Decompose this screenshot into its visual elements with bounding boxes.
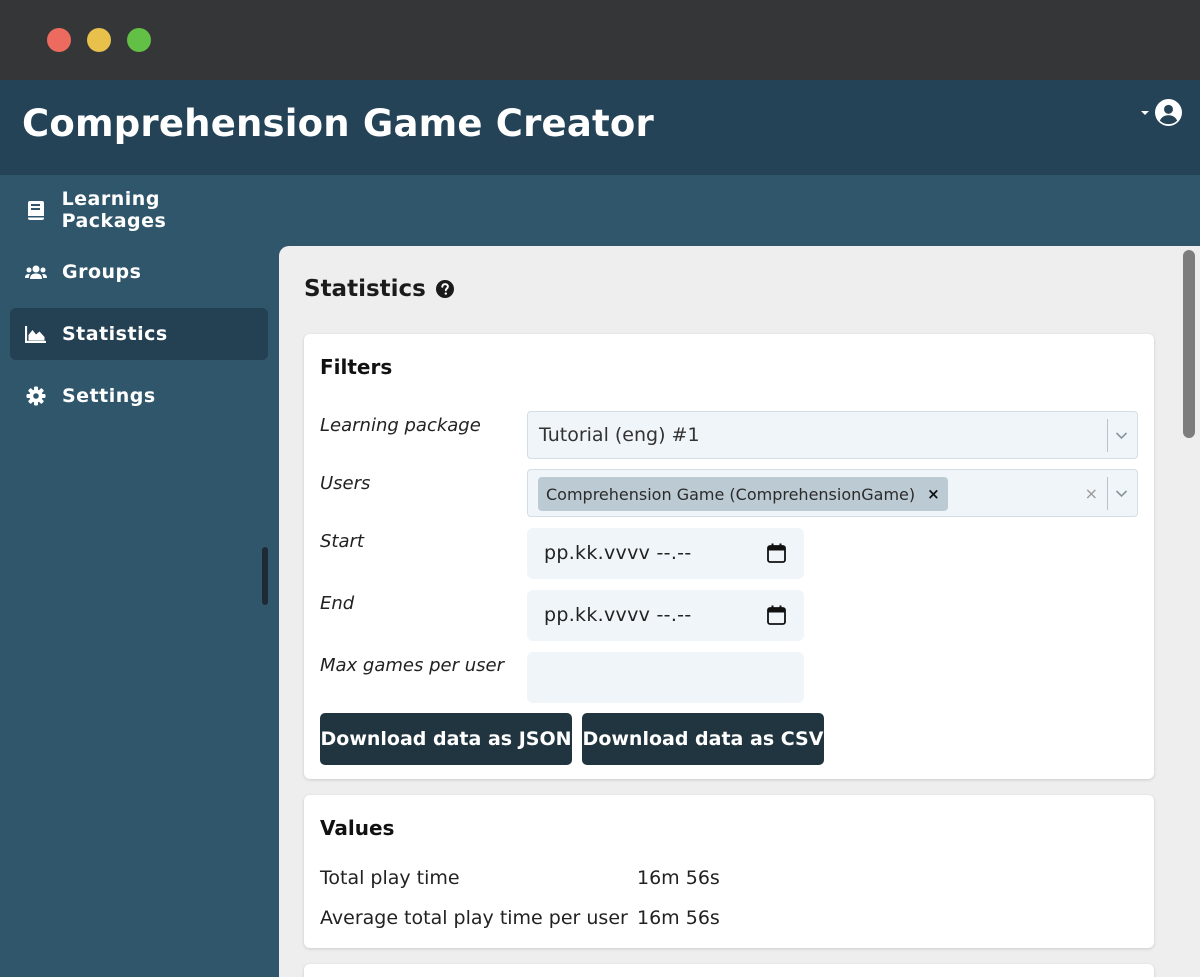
scrollbar-thumb[interactable] [1183, 250, 1195, 438]
maximize-window-button[interactable] [127, 28, 151, 52]
sidebar-item-label: Settings [62, 385, 156, 407]
start-label: Start [320, 531, 364, 552]
chart-area-icon [24, 322, 48, 346]
values-card: Values Total play time 16m 56s Average t… [304, 795, 1154, 948]
end-date-input[interactable]: pp.kk.vvvv --.-- [527, 590, 804, 641]
sidebar-item-settings[interactable]: Settings [10, 370, 268, 422]
user-menu[interactable] [1141, 99, 1182, 126]
select-separator [1107, 419, 1108, 452]
values-title: Values [320, 816, 395, 840]
sidebar-item-label: Statistics [62, 323, 168, 345]
value-row-label: Total play time [320, 867, 460, 889]
main-content: Statistics Filters Learning package Tuto… [279, 246, 1200, 977]
users-label: Users [320, 473, 371, 494]
chip-remove-icon[interactable]: × [927, 485, 940, 503]
sidebar-item-groups[interactable]: Groups [10, 246, 268, 298]
app-title: Comprehension Game Creator [22, 102, 654, 145]
calendar-icon[interactable] [767, 605, 786, 625]
user-circle-icon [1155, 99, 1182, 126]
chevron-down-icon[interactable] [1115, 489, 1128, 498]
value-row-label: Average total play time per user [320, 907, 628, 929]
download-json-button[interactable]: Download data as JSON [320, 713, 572, 765]
value-row-value: 16m 56s [637, 867, 720, 889]
sidebar-resize-handle[interactable] [262, 547, 268, 605]
user-chip: Comprehension Game (ComprehensionGame) × [538, 477, 948, 511]
max-games-label: Max games per user [320, 655, 504, 676]
users-select[interactable]: Comprehension Game (ComprehensionGame) ×… [527, 469, 1138, 517]
user-chip-label: Comprehension Game (ComprehensionGame) [546, 484, 916, 504]
page-title-text: Statistics [304, 276, 426, 302]
sidebar-item-learning-packages[interactable]: Learning Packages [10, 184, 268, 236]
sidebar: Learning Packages Groups Statistics Sett… [0, 175, 278, 977]
start-date-input[interactable]: pp.kk.vvvv --.-- [527, 528, 804, 579]
chevron-down-icon[interactable] [1115, 431, 1128, 440]
learning-package-select[interactable]: Tutorial (eng) #1 [527, 411, 1138, 459]
download-csv-button[interactable]: Download data as CSV [582, 713, 824, 765]
window-titlebar [0, 0, 1200, 80]
start-date-value: pp.kk.vvvv --.-- [544, 542, 692, 564]
max-games-input[interactable] [527, 652, 804, 703]
caret-down-icon [1141, 110, 1149, 115]
value-row-value: 16m 56s [637, 907, 720, 929]
app-header: Comprehension Game Creator [0, 80, 1200, 175]
sidebar-item-statistics[interactable]: Statistics [10, 308, 268, 360]
sidebar-item-label: Learning Packages [61, 188, 167, 232]
minimize-window-button[interactable] [87, 28, 111, 52]
learning-package-value: Tutorial (eng) #1 [539, 424, 700, 446]
close-window-button[interactable] [47, 28, 71, 52]
learning-package-label: Learning package [320, 415, 481, 436]
users-icon [24, 260, 48, 284]
select-separator [1107, 477, 1108, 510]
calendar-icon[interactable] [767, 543, 786, 563]
end-label: End [320, 593, 355, 614]
page-title: Statistics [304, 276, 454, 302]
gear-icon [24, 384, 48, 408]
filters-card: Filters Learning package Tutorial (eng) … [304, 334, 1154, 779]
filters-title: Filters [320, 355, 393, 379]
help-icon[interactable] [435, 280, 454, 298]
end-date-value: pp.kk.vvvv --.-- [544, 604, 692, 626]
sidebar-item-label: Groups [62, 261, 142, 283]
book-icon [24, 198, 48, 222]
clear-selection-icon[interactable]: × [1085, 484, 1098, 503]
next-card [304, 964, 1154, 977]
